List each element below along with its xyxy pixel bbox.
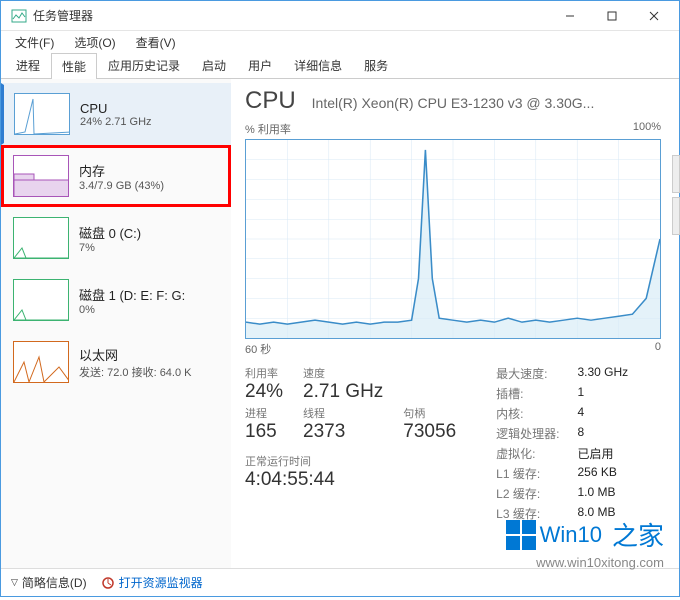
sidebar-item-detail: 0% [79,304,185,316]
tab-processes[interactable]: 进程 [5,52,51,78]
menubar: 文件(F) 选项(O) 查看(V) [1,31,679,53]
sidebar-item-name: 内存 [79,161,164,180]
maximize-button[interactable] [591,2,633,30]
rstat-val-5: 256 KB [577,465,628,482]
rstat-val-2: 4 [577,405,628,422]
disk-thumb [13,217,69,259]
graph-x-right: 0 [655,341,661,357]
rstat-label-6: L2 缓存: [496,485,559,502]
sidebar-item-detail: 24% 2.71 GHz [80,116,152,128]
sidebar-item-name: 磁盘 0 (C:) [79,223,141,242]
tab-app-history[interactable]: 应用历史记录 [97,52,191,78]
rstat-val-6: 1.0 MB [577,485,628,502]
minimize-button[interactable] [549,2,591,30]
sidebar-item-net-4[interactable]: 以太网发送: 72.0 接收: 64.0 K [1,331,231,393]
main-title: CPU [245,87,296,115]
tab-startup[interactable]: 启动 [191,52,237,78]
cpu-thumb [14,93,70,135]
main-subtitle: Intel(R) Xeon(R) CPU E3-1230 v3 @ 3.30G.… [312,95,661,111]
graph-x-left: 60 秒 [245,341,271,357]
sidebar-item-name: 磁盘 1 (D: E: F: G: [79,285,185,304]
rstat-label-3: 逻辑处理器: [496,425,559,442]
titlebar: 任务管理器 [1,1,679,31]
statusbar: ▽ 简略信息(D) 打开资源监视器 [1,568,679,596]
tab-details[interactable]: 详细信息 [283,52,353,78]
fewer-details-button[interactable]: ▽ 简略信息(D) [11,574,87,591]
disk-thumb [13,279,69,321]
menu-file[interactable]: 文件(F) [7,32,62,53]
window-controls [549,2,675,30]
resmon-icon [101,576,115,590]
tab-users[interactable]: 用户 [237,52,283,78]
tab-performance[interactable]: 性能 [51,53,97,79]
sidebar-item-cpu-0[interactable]: CPU24% 2.71 GHz [1,83,231,145]
rstat-val-7: 8.0 MB [577,505,628,522]
stat-0: 利用率24% [245,365,283,403]
net-thumb [13,341,69,383]
rstat-label-5: L1 缓存: [496,465,559,482]
sidebar: CPU24% 2.71 GHz内存3.4/7.9 GB (43%)磁盘 0 (C… [1,79,231,568]
sidebar-item-disk-2[interactable]: 磁盘 0 (C:)7% [1,207,231,269]
rstat-label-7: L3 缓存: [496,505,559,522]
edge-strip [672,155,680,235]
rstat-label-1: 插槽: [496,385,559,402]
graph-y-max: 100% [633,121,661,137]
chevron-down-icon: ▽ [11,577,18,588]
sidebar-item-name: 以太网 [79,345,192,364]
tab-services[interactable]: 服务 [353,52,399,78]
sidebar-item-disk-3[interactable]: 磁盘 1 (D: E: F: G:0% [1,269,231,331]
sidebar-item-detail: 发送: 72.0 接收: 64.0 K [79,364,192,380]
uptime-value: 4:04:55:44 [245,469,456,491]
rstat-val-3: 8 [577,425,628,442]
taskmgr-icon [11,8,27,24]
window-title: 任务管理器 [33,7,549,24]
tabs: 进程 性能 应用历史记录 启动 用户 详细信息 服务 [1,53,679,79]
stat-5: 句柄73056 [403,405,456,443]
sidebar-item-name: CPU [80,101,152,116]
main-panel: CPU Intel(R) Xeon(R) CPU E3-1230 v3 @ 3.… [231,79,679,568]
uptime-label: 正常运行时间 [245,453,456,469]
sidebar-item-detail: 7% [79,242,141,254]
rstat-val-4: 已启用 [577,445,628,462]
rstat-val-0: 3.30 GHz [577,365,628,382]
rstat-label-2: 内核: [496,405,559,422]
sidebar-item-mem-1[interactable]: 内存3.4/7.9 GB (43%) [1,145,231,207]
cpu-graph [245,139,661,339]
close-button[interactable] [633,2,675,30]
sidebar-item-detail: 3.4/7.9 GB (43%) [79,180,164,192]
menu-view[interactable]: 查看(V) [128,32,184,53]
stat-3: 进程165 [245,405,283,443]
rstat-label-4: 虚拟化: [496,445,559,462]
graph-y-label: % 利用率 [245,121,291,137]
open-resmon-link[interactable]: 打开资源监视器 [101,574,203,591]
rstat-label-0: 最大速度: [496,365,559,382]
menu-options[interactable]: 选项(O) [66,32,123,53]
rstat-val-1: 1 [577,385,628,402]
stat-1: 速度2.71 GHz [303,365,383,403]
stat-4: 线程2373 [303,405,383,443]
stat-2 [403,365,456,403]
mem-thumb [13,155,69,197]
